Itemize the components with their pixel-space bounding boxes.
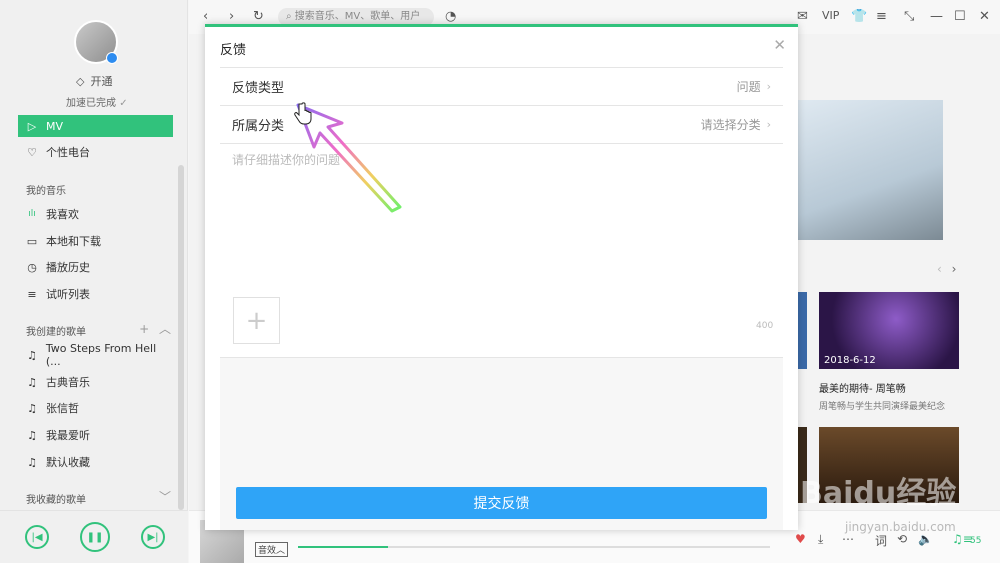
mini-mode-icon[interactable]: ⤡ <box>904 9 914 24</box>
sidebar-item-mv[interactable]: ▷ MV <box>18 115 173 137</box>
menu-icon[interactable]: ≡ <box>876 9 887 24</box>
close-icon[interactable]: ✕ <box>773 36 786 54</box>
maximize-icon[interactable]: ☐ <box>954 9 966 24</box>
char-count: 400 <box>756 321 774 331</box>
search-icon: ⌕ <box>286 11 292 22</box>
progress-bar[interactable] <box>298 546 770 548</box>
playlist-count: 55 <box>970 536 982 546</box>
heart-radio-icon: ♡ <box>27 145 37 159</box>
progress-fill <box>298 546 388 548</box>
add-playlist-icon[interactable]: + <box>139 322 149 336</box>
card-subtitle: 周笔畅与学生共同演绎最美纪念 <box>819 402 946 412</box>
prev-page-icon[interactable]: ‹ <box>937 262 942 276</box>
section-collected: 我收藏的歌单 <box>26 495 86 506</box>
skin-icon[interactable]: 👕 <box>851 9 867 24</box>
row-value: 问题 <box>736 80 761 94</box>
download-icon[interactable]: ⤓ <box>818 532 823 547</box>
add-image-button[interactable]: + <box>233 297 280 344</box>
playlist-item[interactable]: ♫ Two Steps From Hell (... <box>18 342 173 368</box>
vip-link[interactable]: VIP <box>822 9 839 22</box>
sidebar: ◇ 开通 加速已完成 ✓ ▷ MV ♡ 个性电台 我的音乐 ılı 我喜欢 ▭ … <box>0 0 188 563</box>
row-label: 反馈类型 <box>232 81 285 96</box>
recognize-icon[interactable]: ◔ <box>445 9 456 24</box>
playlist-tools: + ︿ <box>139 320 171 337</box>
forward-icon[interactable]: › <box>229 9 234 24</box>
back-icon[interactable]: ‹ <box>203 9 208 24</box>
music-note-icon: ♫ <box>27 455 37 469</box>
sidebar-item-favorites[interactable]: ılı 我喜欢 <box>18 203 173 225</box>
dialog-title: 反馈 <box>220 43 247 58</box>
like-icon[interactable]: ♥ <box>795 532 806 546</box>
section-my-music: 我的音乐 <box>26 186 66 197</box>
card-date: 2018-6-12 <box>824 355 876 366</box>
chevron-right-icon: › <box>766 80 771 93</box>
mv-icon: ▷ <box>27 119 37 133</box>
sidebar-item-local[interactable]: ▭ 本地和下载 <box>18 230 173 252</box>
sidebar-item-trial[interactable]: ≡ 试听列表 <box>18 283 173 305</box>
close-window-icon[interactable]: ✕ <box>979 9 990 24</box>
section-created: 我创建的歌单 <box>26 327 86 338</box>
sidebar-item-history[interactable]: ◷ 播放历史 <box>18 256 173 278</box>
playlist-item[interactable]: ♫ 张信哲 <box>18 397 173 419</box>
chevron-right-icon: › <box>766 118 771 131</box>
sidebar-scrollbar[interactable] <box>178 165 184 510</box>
pager: ‹ › <box>937 262 956 276</box>
expand-icon[interactable]: ﹀ <box>159 488 171 505</box>
row-label: 所属分类 <box>232 119 285 134</box>
card-title[interactable]: 最美的期待- 周笔畅 <box>819 380 906 395</box>
pause-icon[interactable]: ❚❚ <box>80 522 110 552</box>
watermark-logo: Baidu经验 <box>800 476 957 511</box>
equalizer-icon: ılı <box>28 209 36 219</box>
sidebar-item-radio[interactable]: ♡ 个性电台 <box>18 141 173 163</box>
plus-icon: + <box>245 305 268 336</box>
lyrics-button[interactable]: 词 <box>875 532 887 549</box>
next-icon[interactable]: ▶| <box>141 525 165 549</box>
repeat-icon[interactable]: ⟲ <box>897 532 907 546</box>
submit-feedback-button[interactable]: 提交反馈 <box>236 487 767 519</box>
check-icon: ✓ <box>119 98 128 109</box>
volume-icon[interactable]: 🔈 <box>918 532 933 546</box>
music-note-icon: ♫ <box>27 428 37 442</box>
row-value: 请选择分类 <box>700 118 761 132</box>
clock-icon: ◷ <box>27 260 37 274</box>
diamond-icon: ◇ <box>76 74 85 88</box>
previous-icon[interactable]: |◀ <box>25 525 49 549</box>
music-note-icon: ♫ <box>27 401 37 415</box>
hand-cursor-icon <box>294 102 312 125</box>
playlist-item[interactable]: ♫ 古典音乐 <box>18 371 173 393</box>
player-controls: |◀ ❚❚ ▶| <box>0 510 188 563</box>
open-vip-link[interactable]: ◇ 开通 <box>76 73 112 89</box>
music-note-icon: ♫ <box>27 375 37 389</box>
refresh-icon[interactable]: ↻ <box>253 9 264 24</box>
mail-icon[interactable]: ✉ <box>797 9 808 24</box>
list-icon: ≡ <box>27 287 37 301</box>
accel-status: 加速已完成 ✓ <box>66 98 128 109</box>
watermark-url: jingyan.baidu.com <box>845 520 956 534</box>
collapse-icon[interactable]: ︿ <box>159 322 171 336</box>
more-icon[interactable]: ⋯ <box>842 532 854 546</box>
monitor-icon: ▭ <box>26 234 38 248</box>
playlist-item[interactable]: ♫ 默认收藏 <box>18 451 173 473</box>
playlist-item[interactable]: ♫ 我最爱听 <box>18 424 173 446</box>
card-image-partial[interactable] <box>797 292 807 369</box>
minimize-icon[interactable]: — <box>930 9 943 24</box>
music-note-icon: ♫ <box>26 348 37 362</box>
next-page-icon[interactable]: › <box>952 262 957 276</box>
banner-image[interactable] <box>798 100 943 240</box>
sound-effect-button[interactable]: 音效︿ <box>255 542 289 557</box>
vip-badge-icon <box>106 52 118 64</box>
